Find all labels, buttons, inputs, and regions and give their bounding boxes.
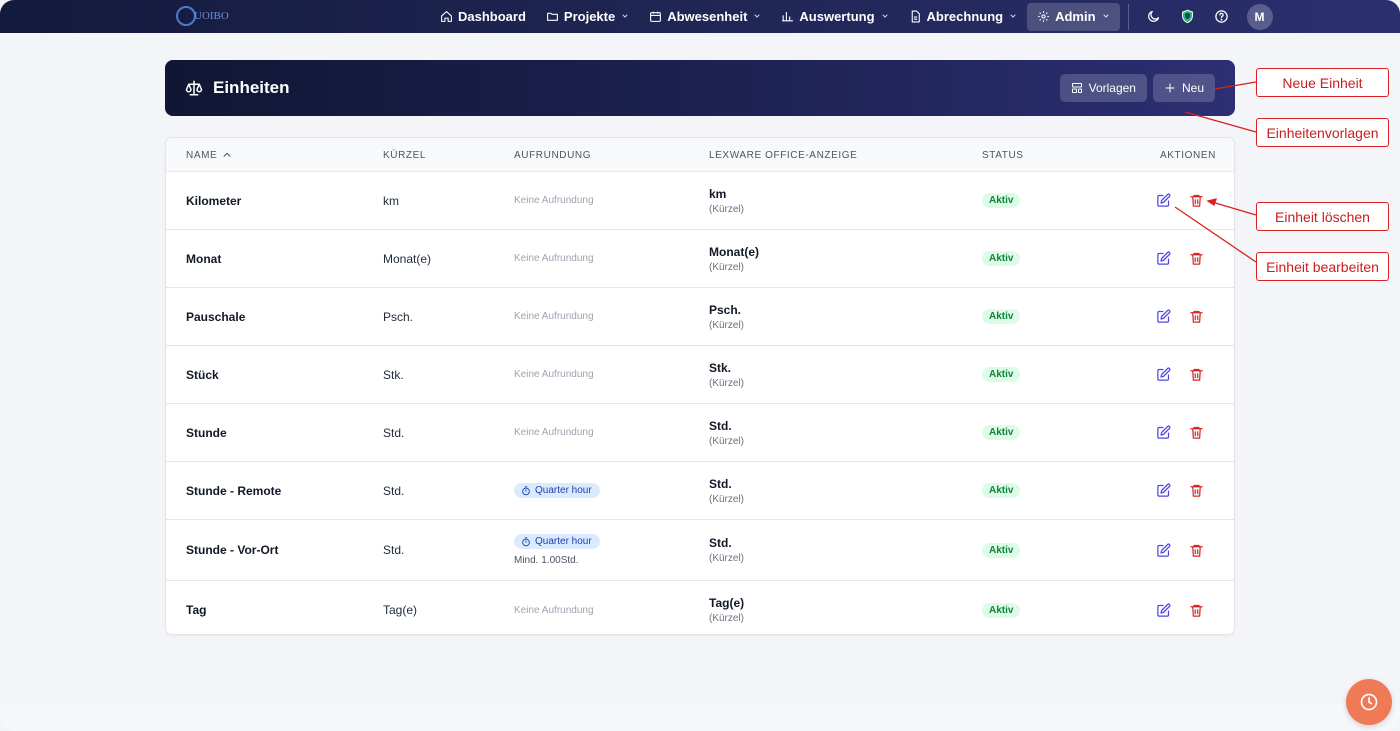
annotation-new-unit: Neue Einheit [1256,68,1389,97]
annotation-delete-unit: Einheit löschen [1256,202,1389,231]
annotation-unit-templates: Einheitenvorlagen [1256,118,1389,147]
app-window: UOIBO Dashboard Projekte Abwesenheit Auswer… [0,0,1400,731]
annotation-edit-unit: Einheit bearbeiten [1256,252,1389,281]
time-tracker-button[interactable] [1346,679,1392,725]
annotation-arrows [1174,81,1257,263]
clock-icon [1359,692,1379,712]
bottom-bar [0,703,1400,731]
